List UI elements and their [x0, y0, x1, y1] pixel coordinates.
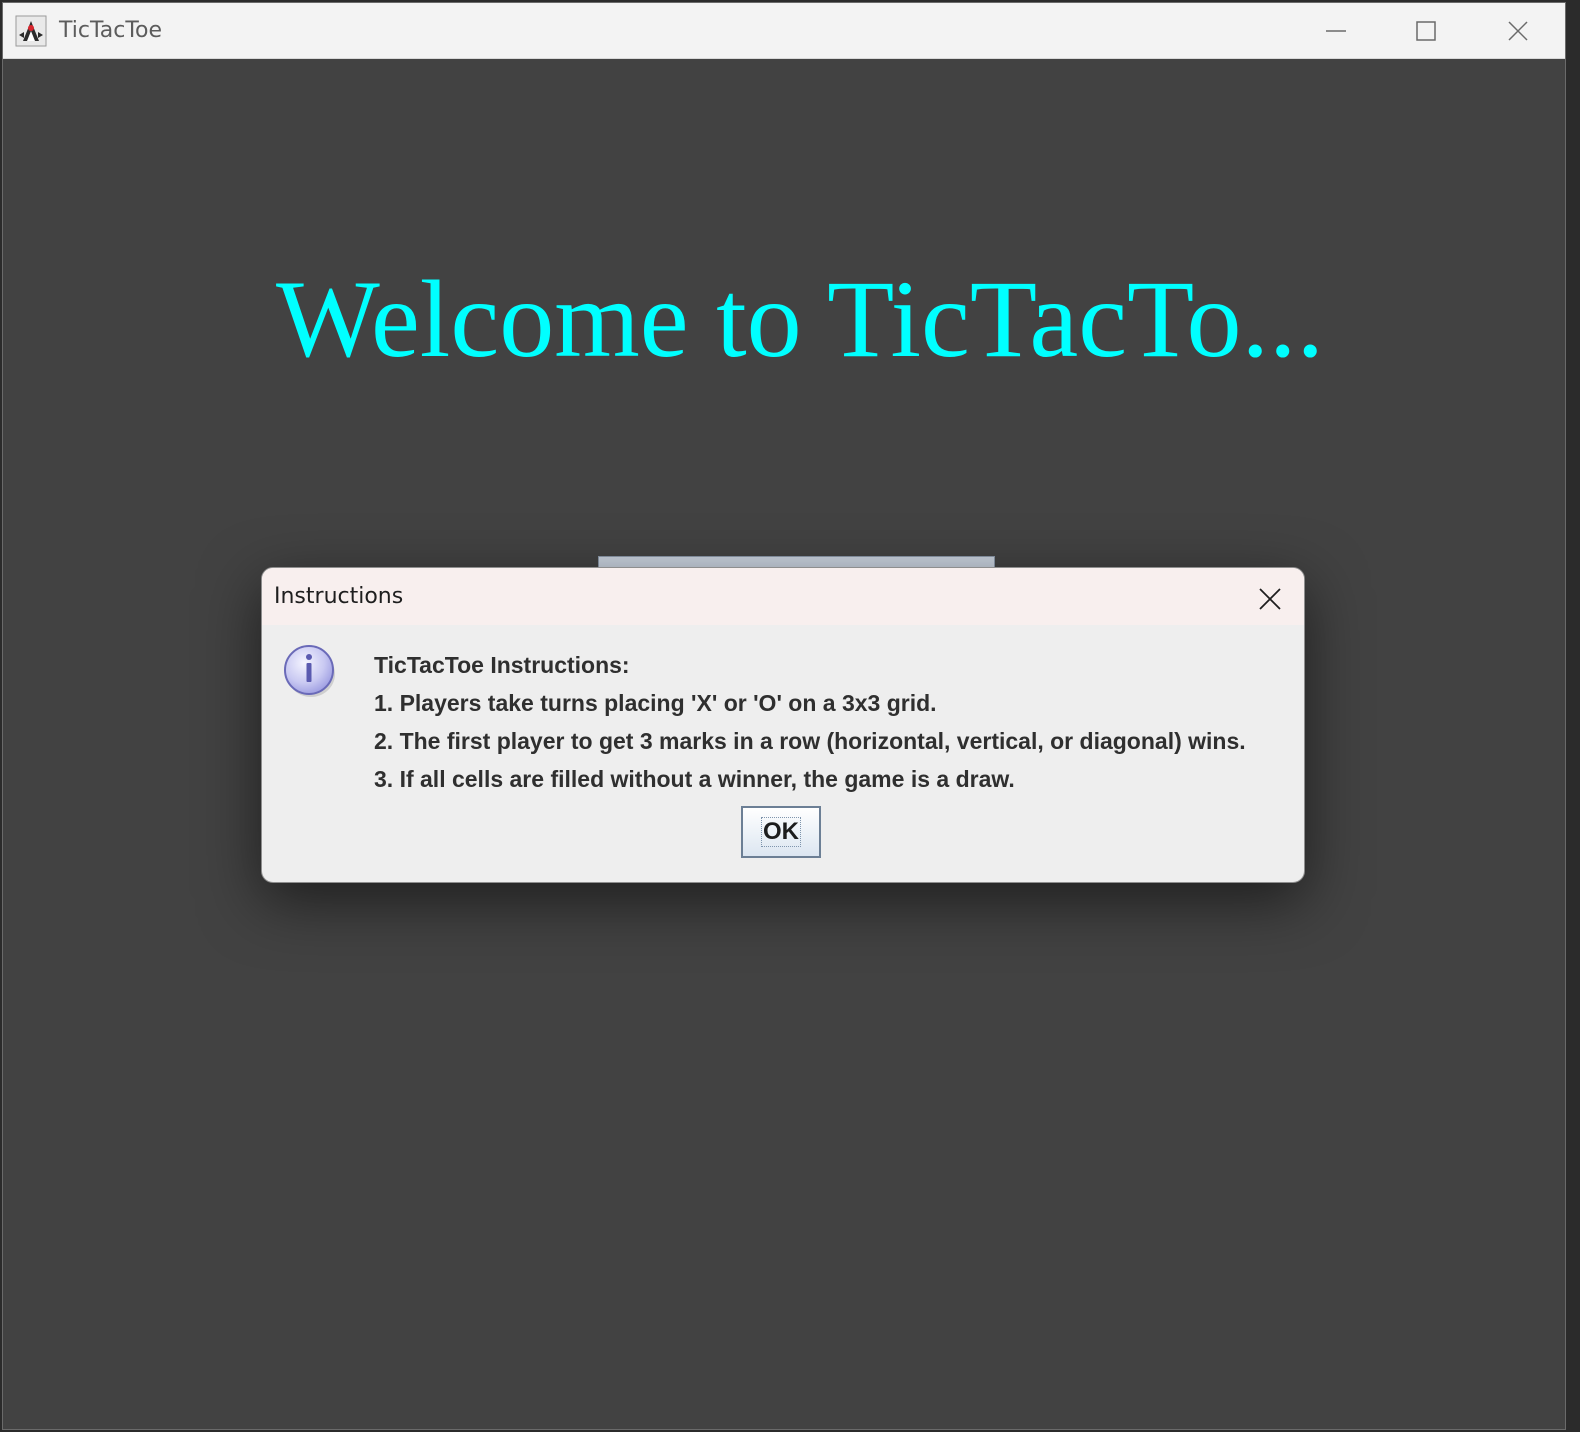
close-icon [1259, 588, 1281, 610]
minimize-button[interactable] [1291, 3, 1381, 59]
window-title: TicTacToe [59, 18, 163, 43]
dialog-titlebar[interactable]: Instructions [262, 568, 1304, 625]
ok-button[interactable]: OK [741, 806, 821, 858]
instructions-dialog: Instructions TicTacToe Instructions: 1. … [261, 567, 1305, 883]
java-duke-icon [15, 15, 47, 47]
maximize-button[interactable] [1381, 3, 1471, 59]
message-line-3: 3. If all cells are filled without a win… [374, 766, 1015, 792]
info-icon [282, 642, 338, 698]
instructions-message: TicTacToe Instructions: 1. Players take … [374, 646, 1294, 798]
ok-button-label: OK [763, 818, 799, 845]
dialog-title: Instructions [274, 584, 404, 609]
maximize-icon [1416, 21, 1436, 41]
close-window-button[interactable] [1473, 3, 1563, 59]
message-heading: TicTacToe Instructions: [374, 652, 630, 678]
dialog-close-button[interactable] [1244, 578, 1294, 618]
minimize-icon [1326, 30, 1346, 32]
welcome-heading: Welcome to TicTacTo... [275, 258, 1325, 380]
message-line-2: 2. The first player to get 3 marks in a … [374, 728, 1246, 754]
close-icon [1508, 21, 1528, 41]
message-line-1: 1. Players take turns placing 'X' or 'O'… [374, 690, 937, 716]
window-titlebar[interactable]: TicTacToe [3, 3, 1565, 59]
